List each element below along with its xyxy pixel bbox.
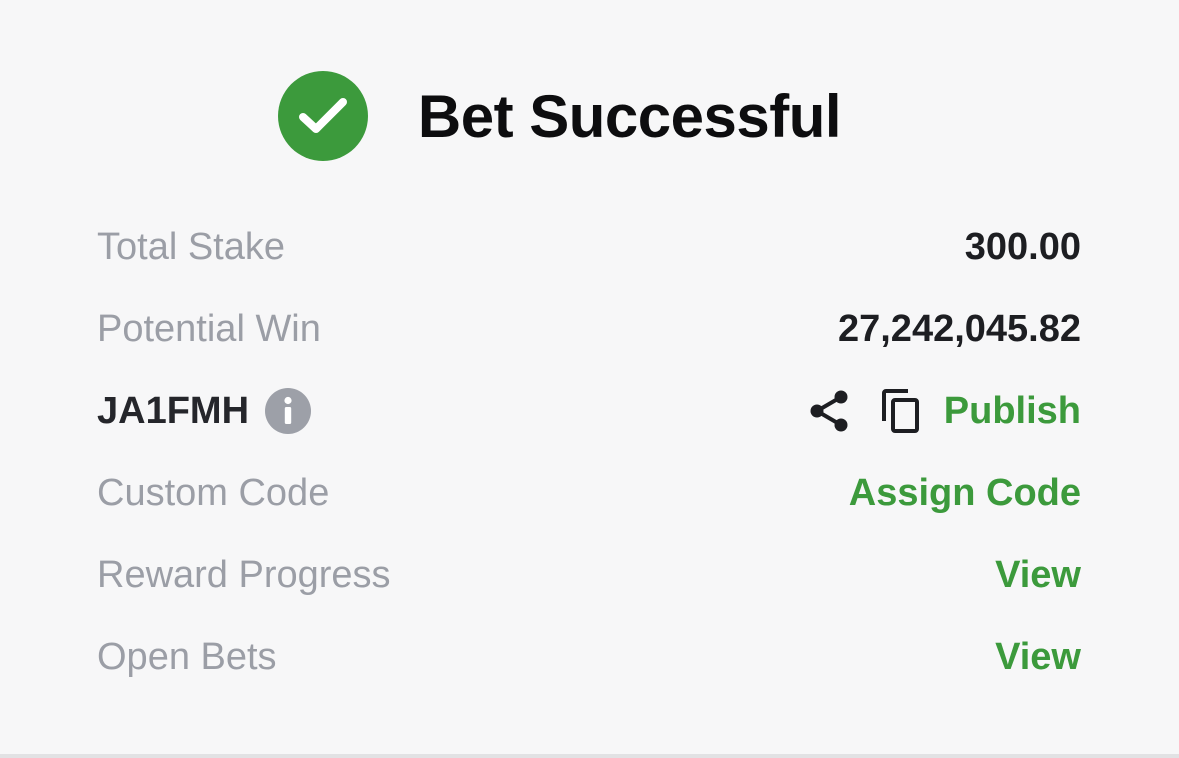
open-bets-row: Open Bets View [97, 616, 1081, 698]
check-circle-icon [277, 71, 368, 161]
divider [0, 754, 1179, 758]
share-icon[interactable] [808, 389, 850, 433]
custom-code-row: Custom Code Assign Code [97, 452, 1081, 534]
reward-progress-row: Reward Progress View [97, 534, 1081, 616]
total-stake-value: 300.00 [964, 225, 1081, 268]
page-title: Bet Successful [417, 82, 842, 150]
potential-win-row: Potential Win 27,242,045.82 [97, 288, 1081, 370]
booking-code-group: JA1FMH [97, 388, 312, 434]
open-bets-label: Open Bets [97, 635, 277, 678]
success-header: Bet Successful [0, 70, 1179, 162]
total-stake-row: Total Stake 300.00 [97, 206, 1081, 288]
info-icon[interactable] [265, 388, 312, 434]
total-stake-label: Total Stake [97, 225, 285, 268]
bet-summary: Total Stake 300.00 Potential Win 27,242,… [97, 206, 1081, 698]
booking-actions: Publish [808, 388, 1081, 434]
potential-win-value: 27,242,045.82 [837, 307, 1081, 350]
publish-button[interactable]: Publish [944, 390, 1081, 433]
booking-code: JA1FMH [97, 389, 250, 432]
open-bets-view-link[interactable]: View [995, 636, 1081, 679]
reward-progress-view-link[interactable]: View [995, 554, 1081, 597]
potential-win-label: Potential Win [97, 307, 321, 350]
booking-code-row: JA1FMH Publish [97, 370, 1081, 452]
custom-code-label: Custom Code [97, 471, 330, 514]
reward-progress-label: Reward Progress [97, 553, 391, 596]
copy-icon[interactable] [880, 388, 922, 434]
assign-code-button[interactable]: Assign Code [849, 472, 1081, 515]
